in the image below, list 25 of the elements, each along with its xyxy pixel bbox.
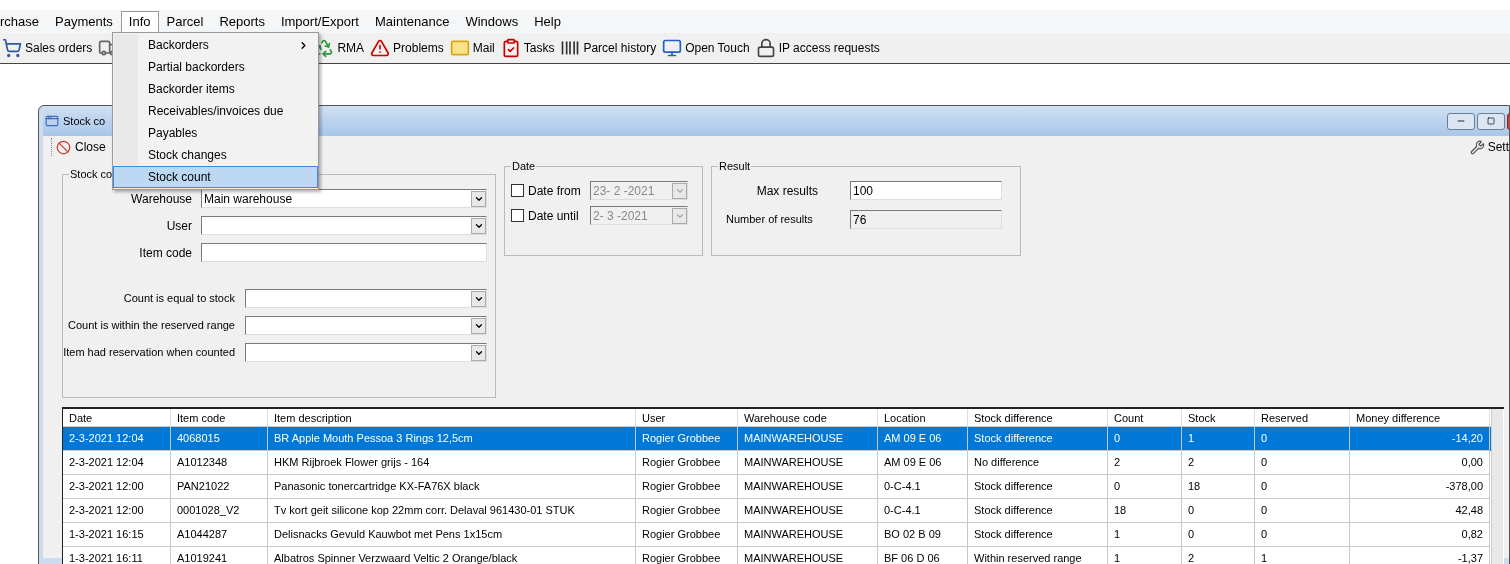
- table-cell: BF 06 D 06: [878, 547, 968, 564]
- field-label: Count is within the reserved range: [67, 318, 235, 334]
- table-cell: Albatros Spinner Verzwaard Veltic 2 Orange/black: [268, 547, 636, 564]
- table-cell: -1,37: [1350, 547, 1490, 564]
- group-title: Result: [718, 159, 752, 173]
- checkbox-label: Date from: [528, 182, 582, 200]
- field-label: Item had reservation when counted: [63, 345, 235, 361]
- field-label: Max results: [755, 182, 819, 200]
- field-label: Number of results: [726, 212, 814, 228]
- table-cell: Rogier Grobbee: [636, 547, 738, 564]
- window-title: Stock co: [63, 113, 106, 129]
- field-label: Warehouse: [130, 190, 192, 208]
- table-cell: 1: [1255, 547, 1350, 564]
- field-label: Count is equal to stock: [122, 291, 235, 307]
- field-label: User: [165, 217, 192, 235]
- table-cell: 2: [1182, 547, 1255, 564]
- table-cell: Within reserved range: [968, 547, 1108, 564]
- table-cell: A1019241: [171, 547, 268, 564]
- group-title: Stock co: [69, 167, 114, 181]
- table-cell: MAINWAREHOUSE: [738, 547, 878, 564]
- field-label: Item code: [138, 244, 192, 262]
- checkbox-label: Date until: [528, 207, 580, 225]
- group-title: Date: [511, 159, 537, 173]
- table-cell: 1-3-2021 16:11: [63, 547, 171, 564]
- table-cell: 1: [1108, 547, 1182, 564]
